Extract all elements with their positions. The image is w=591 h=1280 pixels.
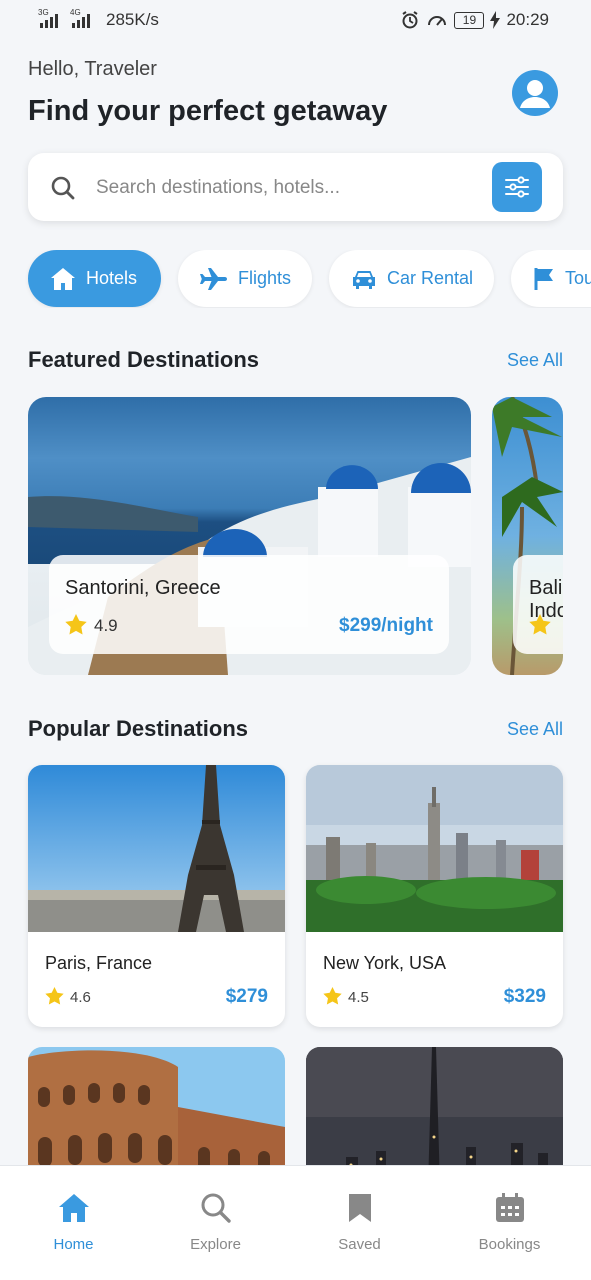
signal-3g-icon: 3G bbox=[38, 8, 58, 28]
bookmark-icon bbox=[348, 1194, 371, 1222]
star-icon bbox=[323, 987, 342, 1005]
nav-bookings-label: Bookings bbox=[478, 1236, 541, 1253]
net-speed: 285K/s bbox=[106, 10, 159, 29]
filter-button[interactable] bbox=[492, 162, 542, 212]
bottom-nav: Home Explore Saved Bookings bbox=[0, 1165, 591, 1280]
featured-price: $299/night bbox=[339, 615, 433, 636]
car-icon bbox=[351, 268, 377, 290]
featured-card-bali[interactable]: Bali, Indonesia bbox=[492, 397, 563, 675]
nav-home[interactable]: Home bbox=[0, 1166, 147, 1280]
chip-tours[interactable]: Tours bbox=[511, 250, 591, 307]
signal-4g-icon: 4G bbox=[70, 8, 90, 28]
featured-info-panel: Santorini, Greece 4.9 $299/night bbox=[49, 555, 449, 654]
nav-home-label: Home bbox=[53, 1236, 94, 1253]
flag-icon bbox=[533, 267, 555, 291]
nav-saved-label: Saved bbox=[338, 1236, 381, 1253]
category-chips: Hotels Flights Car Rental Tours bbox=[0, 250, 591, 308]
battery-icon: 19 bbox=[454, 11, 485, 29]
chip-hotels-label: Hotels bbox=[86, 268, 138, 288]
nav-bookings[interactable]: Bookings bbox=[436, 1166, 583, 1280]
featured-destination-name: Santorini, Greece bbox=[65, 577, 221, 599]
popular-title: Popular Destinations bbox=[28, 716, 249, 741]
paris-name: Paris, France bbox=[45, 953, 153, 973]
chip-flights[interactable]: Flights bbox=[178, 250, 312, 307]
status-left: 3G 4G 285K/s bbox=[38, 8, 159, 30]
signal-3g-label: 3G bbox=[38, 8, 49, 17]
featured-rating: 4.9 bbox=[94, 616, 118, 635]
home-icon bbox=[58, 1194, 89, 1222]
search-input[interactable]: Search destinations, hotels... bbox=[96, 177, 340, 199]
battery-level: 19 bbox=[462, 13, 477, 27]
search-icon bbox=[51, 176, 75, 200]
status-right: 19 20:29 bbox=[400, 10, 549, 30]
paris-photo bbox=[28, 765, 285, 932]
star-icon bbox=[65, 614, 87, 635]
new-york-price: $329 bbox=[503, 986, 546, 1007]
plane-icon bbox=[200, 267, 228, 291]
clock: 20:29 bbox=[506, 10, 549, 29]
new-york-photo bbox=[306, 765, 563, 932]
popular-see-all[interactable]: See All bbox=[507, 719, 563, 740]
popular-card-paris[interactable]: Paris, France 4.6 $279 bbox=[28, 765, 285, 1027]
signal-4g-label: 4G bbox=[70, 8, 81, 17]
new-york-rating: 4.5 bbox=[348, 989, 369, 1006]
greeting: Hello, Traveler bbox=[28, 58, 157, 80]
chip-car-rental[interactable]: Car Rental bbox=[329, 250, 494, 307]
status-bar: 3G 4G 285K/s 19 20:29 bbox=[0, 0, 591, 42]
nav-explore-label: Explore bbox=[190, 1236, 241, 1253]
search-bar[interactable]: Search destinations, hotels... bbox=[28, 153, 563, 221]
popular-card-new-york[interactable]: New York, USA 4.5 $329 bbox=[306, 765, 563, 1027]
nav-explore[interactable]: Explore bbox=[142, 1166, 289, 1280]
chip-tours-label: Tours bbox=[565, 268, 591, 288]
page-title: Find your perfect getaway bbox=[28, 95, 388, 127]
nav-saved[interactable]: Saved bbox=[286, 1166, 433, 1280]
calendar-icon bbox=[495, 1193, 524, 1222]
search-icon bbox=[201, 1193, 231, 1223]
star-icon bbox=[45, 987, 64, 1005]
charging-icon bbox=[490, 11, 501, 29]
avatar[interactable] bbox=[512, 70, 558, 116]
new-york-name: New York, USA bbox=[323, 953, 447, 973]
chip-flights-label: Flights bbox=[238, 268, 292, 288]
star-icon bbox=[529, 614, 551, 635]
alarm-icon bbox=[402, 11, 419, 29]
speedometer-icon bbox=[428, 16, 447, 26]
user-icon bbox=[520, 80, 550, 108]
sliders-icon bbox=[505, 176, 529, 198]
chip-car-rental-label: Car Rental bbox=[387, 268, 474, 288]
paris-rating: 4.6 bbox=[70, 989, 91, 1006]
home-icon bbox=[50, 267, 76, 291]
chip-hotels[interactable]: Hotels bbox=[28, 250, 161, 307]
bali-info-panel: Bali, Indonesia bbox=[513, 555, 563, 654]
featured-title: Featured Destinations bbox=[28, 347, 260, 372]
featured-see-all[interactable]: See All bbox=[507, 350, 563, 371]
paris-price: $279 bbox=[225, 986, 268, 1007]
featured-card-santorini[interactable]: Santorini, Greece 4.9 $299/night bbox=[28, 397, 471, 675]
